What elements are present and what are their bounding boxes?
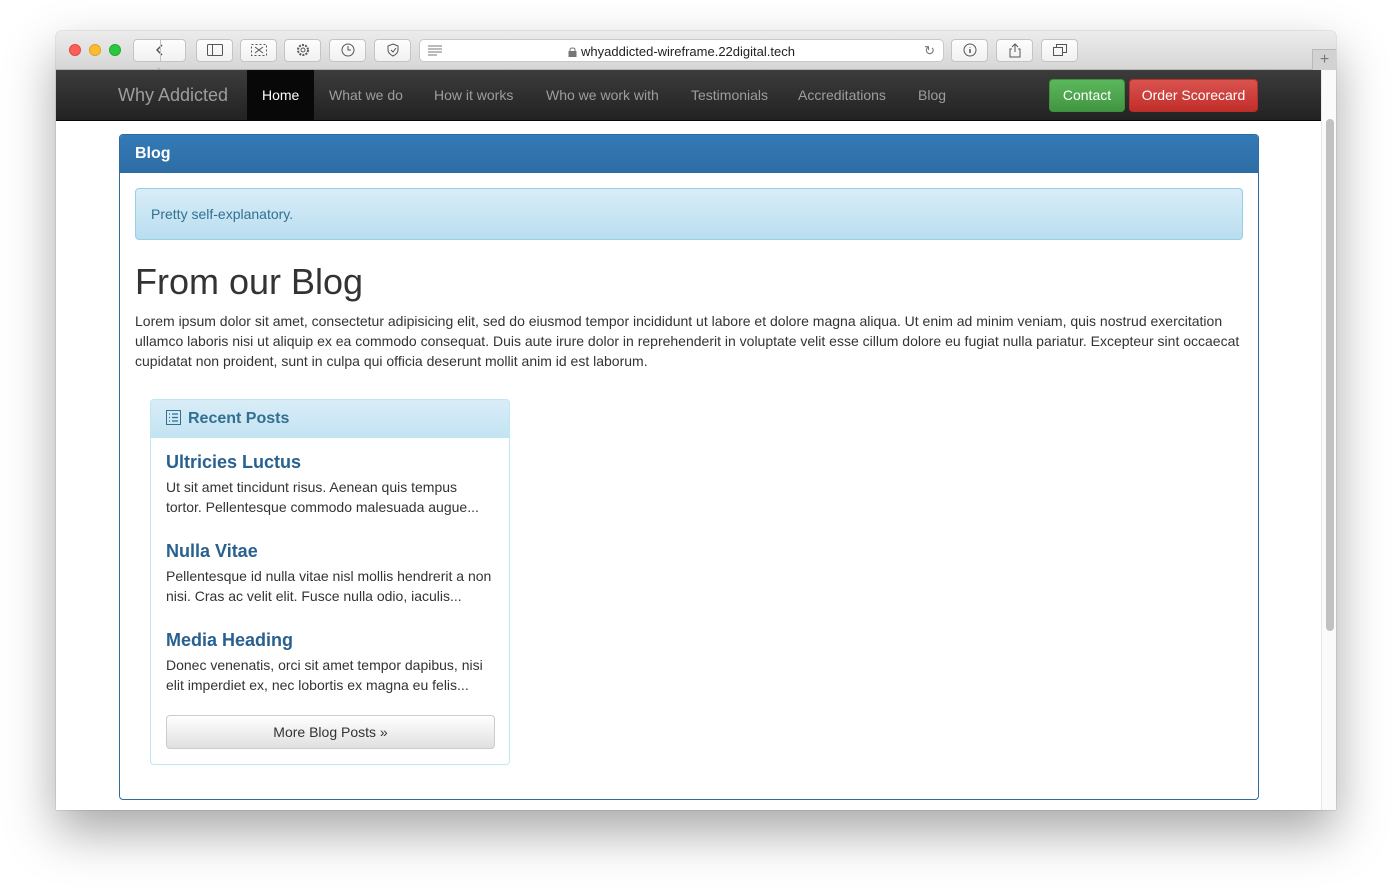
post-excerpt: Donec venenatis, orci sit amet tempor da… [166,657,483,693]
back-forward-buttons [133,39,186,79]
url-text: whyaddicted-wireframe.22digital.tech [581,44,795,59]
info-button[interactable] [951,39,988,62]
zoom-window-button[interactable] [109,44,121,56]
scrollbar-thumb[interactable] [1326,119,1334,631]
nav-what-we-do[interactable]: What we do [314,70,418,120]
nav-home[interactable]: Home [247,70,315,120]
post-excerpt: Pellentesque id nulla vitae nisl mollis … [166,568,492,604]
share-button[interactable] [996,39,1033,62]
settings-button[interactable] [284,39,321,62]
post-title-link[interactable]: Nulla Vitae [166,541,496,562]
browser-window: whyaddicted-wireframe.22digital.tech ↻ +… [56,31,1336,810]
share-icon [1009,43,1020,58]
panel-heading: Blog [120,135,1258,173]
list-item: Nulla Vitae Pellentesque id nulla vitae … [166,541,496,606]
reload-icon[interactable]: ↻ [924,43,935,59]
list-icon [166,410,181,425]
more-blog-posts-button[interactable]: More Blog Posts » [166,715,495,749]
list-item: Ultricies Luctus Ut sit amet tincidunt r… [166,452,496,517]
recent-posts-heading: Recent Posts [151,400,509,438]
nav-testimonials[interactable]: Testimonials [676,70,783,120]
nav-how-it-works[interactable]: How it works [419,70,528,120]
post-excerpt: Ut sit amet tincidunt risus. Aenean quis… [166,479,479,515]
browser-toolbar: whyaddicted-wireframe.22digital.tech ↻ + [56,31,1336,79]
page-title: From our Blog [135,261,364,302]
close-window-button[interactable] [69,44,81,56]
post-title-link[interactable]: Ultricies Luctus [166,452,496,473]
address-bar[interactable]: whyaddicted-wireframe.22digital.tech ↻ [419,39,944,62]
nav-accreditations[interactable]: Accreditations [783,70,901,120]
blog-panel: Blog Pretty self-explanatory. From our B… [119,134,1259,800]
shield-icon [387,43,398,57]
sidebar-icon [206,44,223,56]
privacy-button[interactable] [374,39,411,62]
order-scorecard-button[interactable]: Order Scorecard [1129,79,1258,112]
tabs-button[interactable] [1041,39,1078,62]
contact-button[interactable]: Contact [1049,79,1125,112]
post-title-link[interactable]: Media Heading [166,630,496,651]
sidebar-button[interactable] [196,39,233,62]
page-scrollbar[interactable] [1321,70,1336,810]
brand-link[interactable]: Why Addicted [118,85,228,106]
nav-who-we-work-with[interactable]: Who we work with [531,70,674,120]
gear-icon [296,44,309,56]
minimize-window-button[interactable] [89,44,101,56]
info-alert: Pretty self-explanatory. [135,188,1243,240]
nav-blog[interactable]: Blog [903,70,961,120]
intro-paragraph: Lorem ipsum dolor sit amet, consectetur … [135,313,1240,369]
site-navbar: Why Addicted Home What we do How it work… [56,70,1321,121]
info-icon [963,43,976,57]
history-button[interactable] [329,39,366,62]
clock-icon [341,43,354,57]
new-tab-button[interactable]: + [1312,49,1336,70]
tabs-icon [1052,44,1067,56]
recent-posts-title: Recent Posts [188,410,290,427]
screenshot-button[interactable] [240,39,277,62]
list-item: Media Heading Donec venenatis, orci sit … [166,630,496,695]
lock-icon [568,47,577,57]
scissors-icon [250,44,267,56]
page-viewport: Why Addicted Home What we do How it work… [56,70,1336,810]
recent-posts-panel: Recent Posts Ultricies Luctus Ut sit ame… [150,399,510,765]
